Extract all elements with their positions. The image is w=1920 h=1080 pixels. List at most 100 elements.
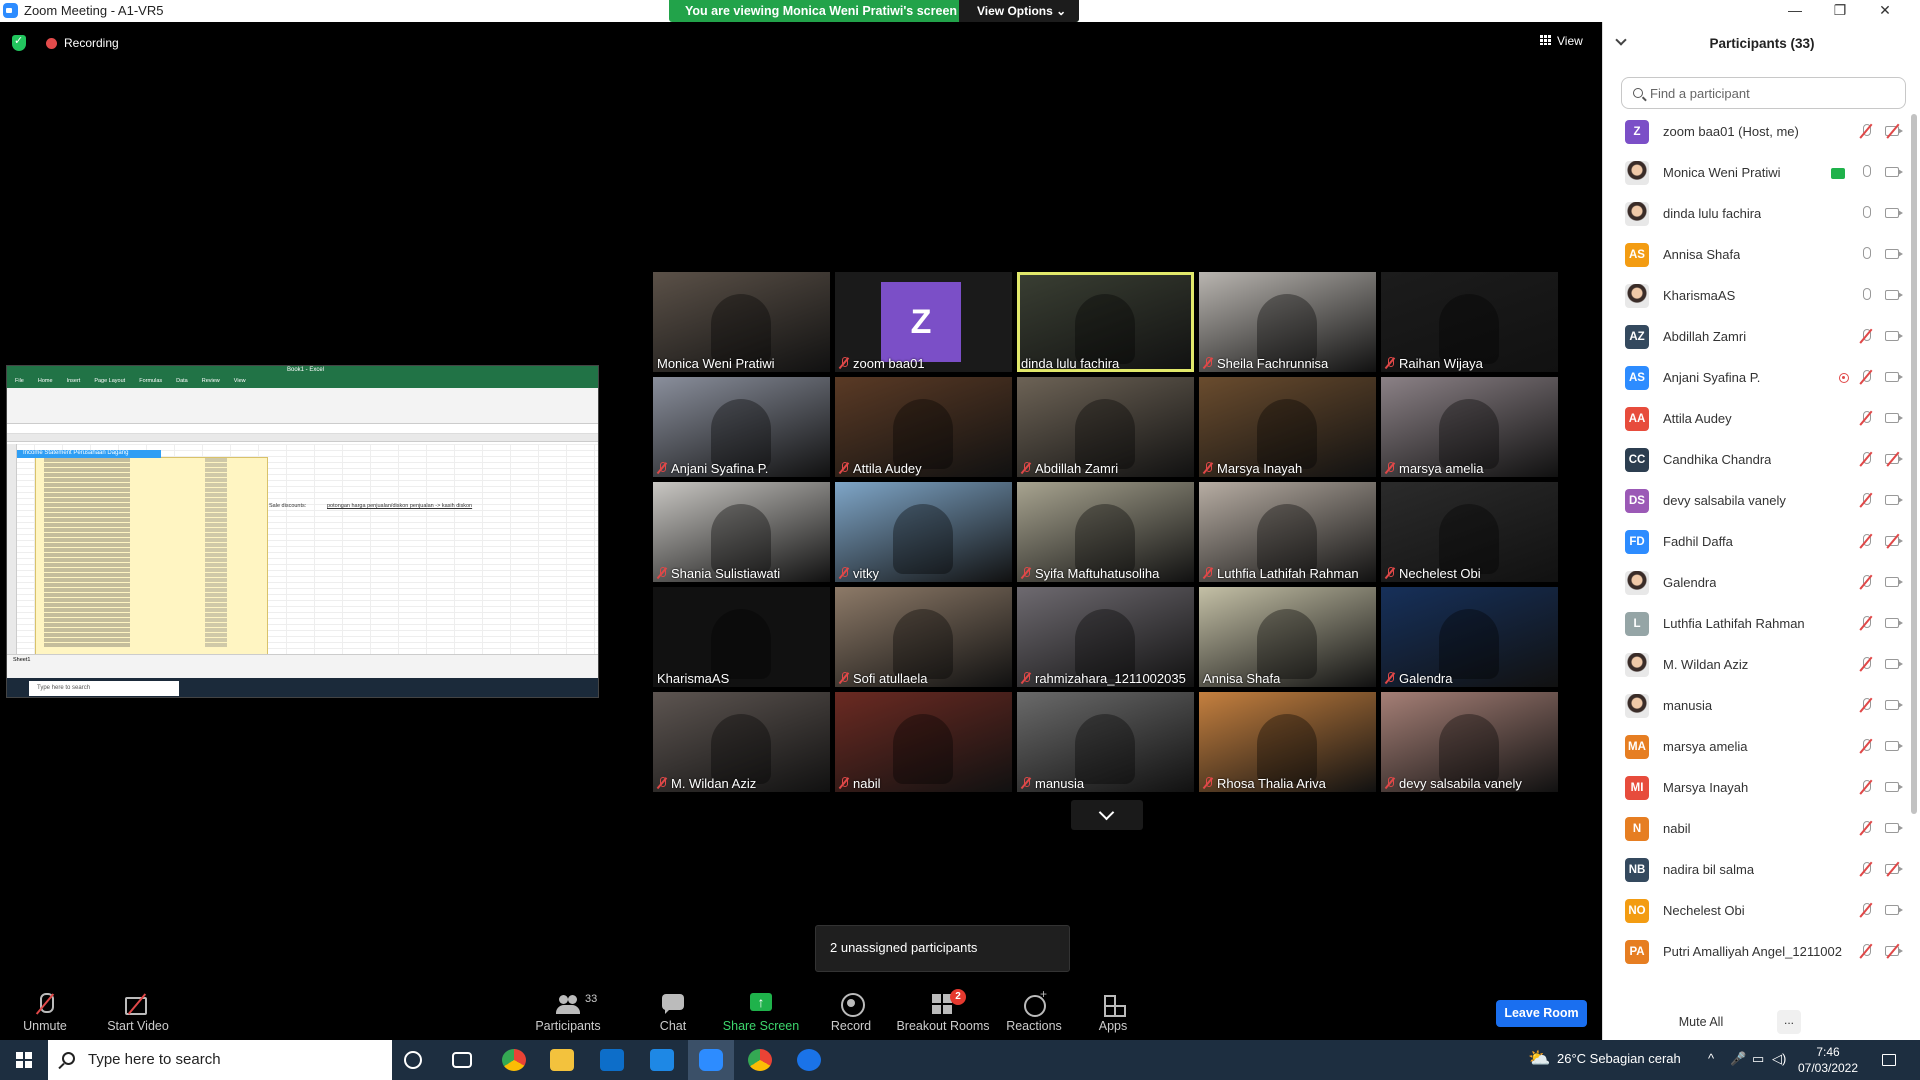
- participants-scrollbar[interactable]: [1911, 114, 1917, 814]
- store-icon[interactable]: [600, 1049, 624, 1071]
- video-icon[interactable]: [1885, 495, 1903, 505]
- video-icon[interactable]: [1885, 577, 1903, 587]
- participant-row[interactable]: Monica Weni Pratiwi: [1603, 153, 1920, 194]
- muted-mic-icon[interactable]: [1859, 411, 1873, 427]
- video-off-icon[interactable]: [1885, 126, 1903, 136]
- start-video-button[interactable]: Start Video: [93, 985, 183, 1040]
- video-tile[interactable]: M. Wildan Aziz: [653, 692, 830, 792]
- video-tile[interactable]: Sofi atullaela: [835, 587, 1012, 687]
- task-view-icon[interactable]: [452, 1052, 472, 1068]
- mic-icon[interactable]: [1859, 288, 1873, 304]
- video-icon[interactable]: [1885, 372, 1903, 382]
- zoom-taskbar-icon[interactable]: [699, 1049, 723, 1071]
- participant-row[interactable]: DS devy salsabila vanely: [1603, 481, 1920, 522]
- participant-row[interactable]: dinda lulu fachira: [1603, 194, 1920, 235]
- share-screen-button[interactable]: Share Screen: [716, 985, 806, 1040]
- muted-mic-icon[interactable]: [1859, 452, 1873, 468]
- video-tile[interactable]: Sheila Fachrunnisa: [1199, 272, 1376, 372]
- participant-row[interactable]: Galendra: [1603, 563, 1920, 604]
- video-off-icon[interactable]: [1885, 536, 1903, 546]
- participant-row[interactable]: Zzoom baa01 (Host, me): [1603, 112, 1920, 153]
- participant-row[interactable]: manusia: [1603, 686, 1920, 727]
- video-tile[interactable]: devy salsabila vanely: [1381, 692, 1558, 792]
- participant-row[interactable]: M. Wildan Aziz: [1603, 645, 1920, 686]
- notifications-icon[interactable]: [1882, 1054, 1896, 1066]
- chat-button[interactable]: Chat: [628, 985, 718, 1040]
- video-icon[interactable]: [1885, 782, 1903, 792]
- video-tile[interactable]: Luthfia Lathifah Rahman: [1199, 482, 1376, 582]
- participant-row[interactable]: L Luthfia Lathifah Rahman: [1603, 604, 1920, 645]
- video-tile[interactable]: Annisa Shafa: [1199, 587, 1376, 687]
- mic-icon[interactable]: [1859, 247, 1873, 263]
- taskbar-search-box[interactable]: Type here to search: [48, 1040, 392, 1080]
- chrome-icon[interactable]: [502, 1049, 526, 1071]
- video-tile[interactable]: Attila Audey: [835, 377, 1012, 477]
- participant-row[interactable]: PA Putri Amalliyah Angel_1211002...: [1603, 932, 1920, 973]
- participant-row[interactable]: AS Anjani Syafina P.: [1603, 358, 1920, 399]
- video-tile[interactable]: Anjani Syafina P.: [653, 377, 830, 477]
- cortana-icon[interactable]: [404, 1051, 422, 1069]
- mute-all-button[interactable]: Mute All: [1663, 1010, 1739, 1034]
- video-icon[interactable]: [1885, 618, 1903, 628]
- reactions-button[interactable]: Reactions: [989, 985, 1079, 1040]
- unmute-button[interactable]: Unmute: [0, 985, 90, 1040]
- muted-mic-icon[interactable]: [1859, 944, 1873, 960]
- breakout-rooms-button[interactable]: 2 Breakout Rooms: [893, 985, 993, 1040]
- video-tile[interactable]: Nechelest Obi: [1381, 482, 1558, 582]
- video-tile[interactable]: dinda lulu fachira: [1017, 272, 1194, 372]
- file-explorer-icon[interactable]: [550, 1049, 574, 1071]
- video-icon[interactable]: [1885, 413, 1903, 423]
- video-tile[interactable]: manusia: [1017, 692, 1194, 792]
- video-off-icon[interactable]: [1885, 454, 1903, 464]
- muted-mic-icon[interactable]: [1859, 534, 1873, 550]
- video-tile[interactable]: Zzoom baa01: [835, 272, 1012, 372]
- muted-mic-icon[interactable]: [1859, 698, 1873, 714]
- volume-icon[interactable]: ◁): [1772, 1051, 1786, 1067]
- participant-row[interactable]: AZ Abdillah Zamri: [1603, 317, 1920, 358]
- mail-icon[interactable]: [650, 1049, 674, 1071]
- video-tile[interactable]: Rhosa Thalia Ariva: [1199, 692, 1376, 792]
- participant-row[interactable]: KharismaAS: [1603, 276, 1920, 317]
- muted-mic-icon[interactable]: [1859, 493, 1873, 509]
- weather-text[interactable]: 26°C Sebagian cerah: [1557, 1051, 1681, 1066]
- muted-mic-icon[interactable]: [1859, 575, 1873, 591]
- muted-mic-icon[interactable]: [1859, 739, 1873, 755]
- video-tile[interactable]: nabil: [835, 692, 1012, 792]
- video-tile[interactable]: vitky: [835, 482, 1012, 582]
- video-tile[interactable]: Marsya Inayah: [1199, 377, 1376, 477]
- muted-mic-icon[interactable]: [1859, 124, 1873, 140]
- participant-row[interactable]: AA Attila Audey: [1603, 399, 1920, 440]
- video-icon[interactable]: [1885, 823, 1903, 833]
- view-options-button[interactable]: View Options ⌄: [959, 0, 1079, 22]
- video-tile[interactable]: KharismaAS: [653, 587, 830, 687]
- participant-row[interactable]: CC Candhika Chandra: [1603, 440, 1920, 481]
- muted-mic-icon[interactable]: [1859, 329, 1873, 345]
- participant-row[interactable]: Nnabil: [1603, 809, 1920, 850]
- video-tile[interactable]: marsya amelia: [1381, 377, 1558, 477]
- security-shield-icon[interactable]: [12, 34, 26, 51]
- chrome-profile-icon[interactable]: [748, 1049, 772, 1071]
- muted-mic-icon[interactable]: [1859, 616, 1873, 632]
- close-icon[interactable]: ✕: [1870, 2, 1900, 19]
- participant-row[interactable]: NB nadira bil salma: [1603, 850, 1920, 891]
- video-icon[interactable]: [1885, 331, 1903, 341]
- apps-button[interactable]: Apps: [1068, 985, 1158, 1040]
- gallery-next-page-button[interactable]: [1071, 800, 1143, 830]
- tray-overflow-icon[interactable]: ^: [1708, 1051, 1714, 1066]
- video-icon[interactable]: [1885, 659, 1903, 669]
- tray-mic-icon[interactable]: 🎤: [1730, 1051, 1746, 1067]
- video-tile[interactable]: Raihan Wijaya: [1381, 272, 1558, 372]
- leave-room-button[interactable]: Leave Room: [1496, 1000, 1587, 1027]
- taskbar-clock[interactable]: 7:46 07/03/2022: [1788, 1044, 1868, 1076]
- participant-row[interactable]: MA marsya amelia: [1603, 727, 1920, 768]
- video-tile[interactable]: Shania Sulistiawati: [653, 482, 830, 582]
- video-icon[interactable]: [1885, 700, 1903, 710]
- muted-mic-icon[interactable]: [1859, 821, 1873, 837]
- video-icon[interactable]: [1885, 167, 1903, 177]
- windows-start-icon[interactable]: [16, 1052, 32, 1068]
- find-participant-input[interactable]: Find a participant: [1621, 77, 1906, 109]
- mic-icon[interactable]: [1859, 165, 1873, 181]
- participant-row[interactable]: MI Marsya Inayah: [1603, 768, 1920, 809]
- mic-icon[interactable]: [1859, 206, 1873, 222]
- video-tile[interactable]: Galendra: [1381, 587, 1558, 687]
